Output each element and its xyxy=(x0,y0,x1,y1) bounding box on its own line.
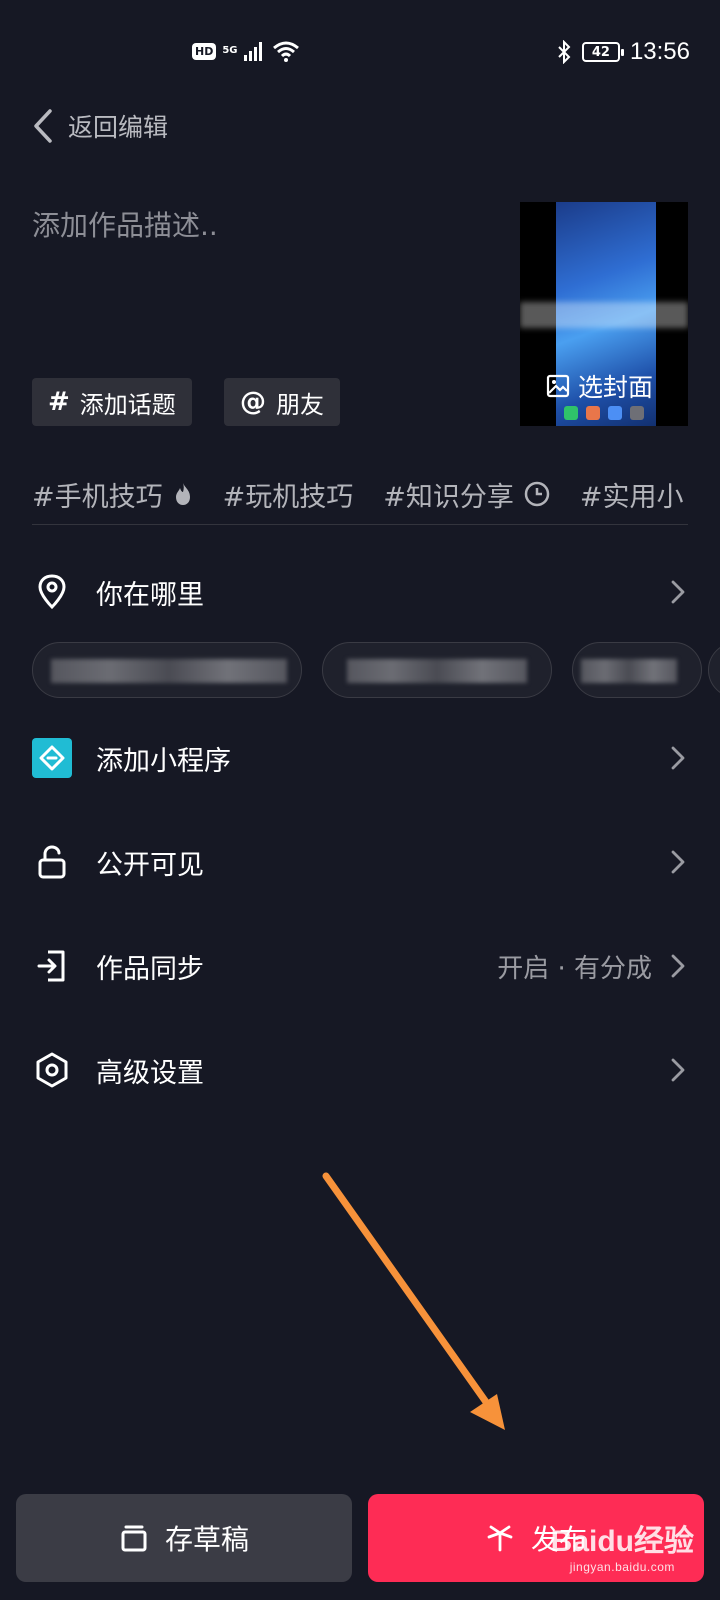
hashtag-suggestion[interactable]: #知识分享 xyxy=(383,475,550,514)
hashtag-text: #手机技巧 xyxy=(32,481,163,513)
add-topic-label: 添加话题 xyxy=(79,390,176,419)
add-topic-chip[interactable]: # 添加话题 xyxy=(32,378,192,426)
cover-label-text: 选封面 xyxy=(578,373,654,402)
divider xyxy=(32,524,688,525)
advanced-settings-label: 高级设置 xyxy=(96,1057,204,1089)
draft-box-icon xyxy=(121,1525,147,1552)
cover-picker[interactable]: 选封面 xyxy=(520,202,688,426)
hashtag-text: #玩机技巧 xyxy=(222,481,354,513)
mention-friends-label: 朋友 xyxy=(276,390,324,419)
sync-label: 作品同步 xyxy=(96,953,204,985)
location-suggestion-chip[interactable] xyxy=(708,642,720,698)
clock-icon xyxy=(524,481,550,507)
location-suggestion-chip[interactable] xyxy=(572,642,702,698)
battery-indicator: 42 xyxy=(581,42,624,62)
watermark-main: Baidu经验 xyxy=(551,1516,694,1560)
watermark-sub: jingyan.baidu.com xyxy=(569,1560,675,1574)
signal-icon xyxy=(243,42,262,61)
bluetooth-icon xyxy=(558,40,571,64)
status-bar: HD 5G 42 13:56 xyxy=(0,0,720,100)
chevron-right-icon xyxy=(668,746,688,770)
save-draft-label: 存草稿 xyxy=(164,1523,249,1556)
location-suggestions xyxy=(32,642,720,700)
location-suggestion-chip[interactable] xyxy=(32,642,302,698)
baidu-watermark: Baidu经验 jingyan.baidu.com xyxy=(551,1516,694,1574)
status-left: HD 5G xyxy=(192,40,300,62)
cover-dock-icons xyxy=(564,406,644,420)
chevron-left-icon xyxy=(34,109,52,143)
hashtag-suggestion[interactable]: #手机技巧 xyxy=(32,475,193,514)
chevron-right-icon xyxy=(668,954,688,978)
hashtag-text: #实用小 xyxy=(579,481,684,513)
at-icon: @ xyxy=(240,387,266,417)
chevron-right-icon xyxy=(668,1058,688,1082)
hashtag-text: #知识分享 xyxy=(383,481,514,513)
location-suggestion-chip[interactable] xyxy=(322,642,552,698)
clock: 13:56 xyxy=(629,38,690,65)
back-label: 返回编辑 xyxy=(68,113,169,142)
location-row[interactable]: 你在哪里 xyxy=(32,562,688,622)
mention-friends-chip[interactable]: @ 朋友 xyxy=(224,378,340,426)
visibility-row[interactable]: 公开可见 xyxy=(32,832,688,892)
settings-hexagon-icon xyxy=(32,1050,72,1090)
mini-program-row[interactable]: 添加小程序 xyxy=(32,728,688,788)
hashtag-icon: # xyxy=(48,387,70,417)
cover-blurred-text xyxy=(520,302,688,328)
back-button[interactable]: 返回编辑 xyxy=(30,104,168,148)
status-right: 42 13:56 xyxy=(556,38,690,66)
hashtag-suggestion[interactable]: #实用小 xyxy=(580,475,684,514)
chevron-right-icon xyxy=(668,580,688,604)
sync-value: 开启 · 有分成 xyxy=(497,953,652,984)
chevron-right-icon xyxy=(668,850,688,874)
mini-program-label: 添加小程序 xyxy=(96,745,231,777)
hashtag-suggestions: #手机技巧 #玩机技巧 #知识分享 #实用小 xyxy=(32,472,688,516)
location-pin-icon xyxy=(32,572,72,612)
wifi-icon xyxy=(272,41,299,62)
sync-icon xyxy=(32,946,72,986)
unlock-icon xyxy=(32,842,72,882)
image-icon xyxy=(546,374,570,398)
cover-label: 选封面 xyxy=(546,368,653,404)
sparkle-icon xyxy=(487,1525,513,1552)
location-label: 你在哪里 xyxy=(96,579,204,611)
sync-row[interactable]: 作品同步 开启 · 有分成 xyxy=(32,936,688,996)
visibility-label: 公开可见 xyxy=(96,849,204,881)
fire-icon xyxy=(175,483,190,505)
mini-program-icon xyxy=(32,738,72,778)
hd-badge: HD xyxy=(192,42,217,60)
advanced-settings-row[interactable]: 高级设置 xyxy=(32,1040,688,1100)
network-type: 5G xyxy=(222,45,238,56)
hashtag-suggestion[interactable]: #玩机技巧 xyxy=(223,475,354,514)
description-input[interactable]: 添加作品描述.. xyxy=(32,204,218,244)
save-draft-button[interactable]: 存草稿 xyxy=(16,1494,352,1582)
watermark-main-text: Baidu经验 xyxy=(550,1525,694,1558)
